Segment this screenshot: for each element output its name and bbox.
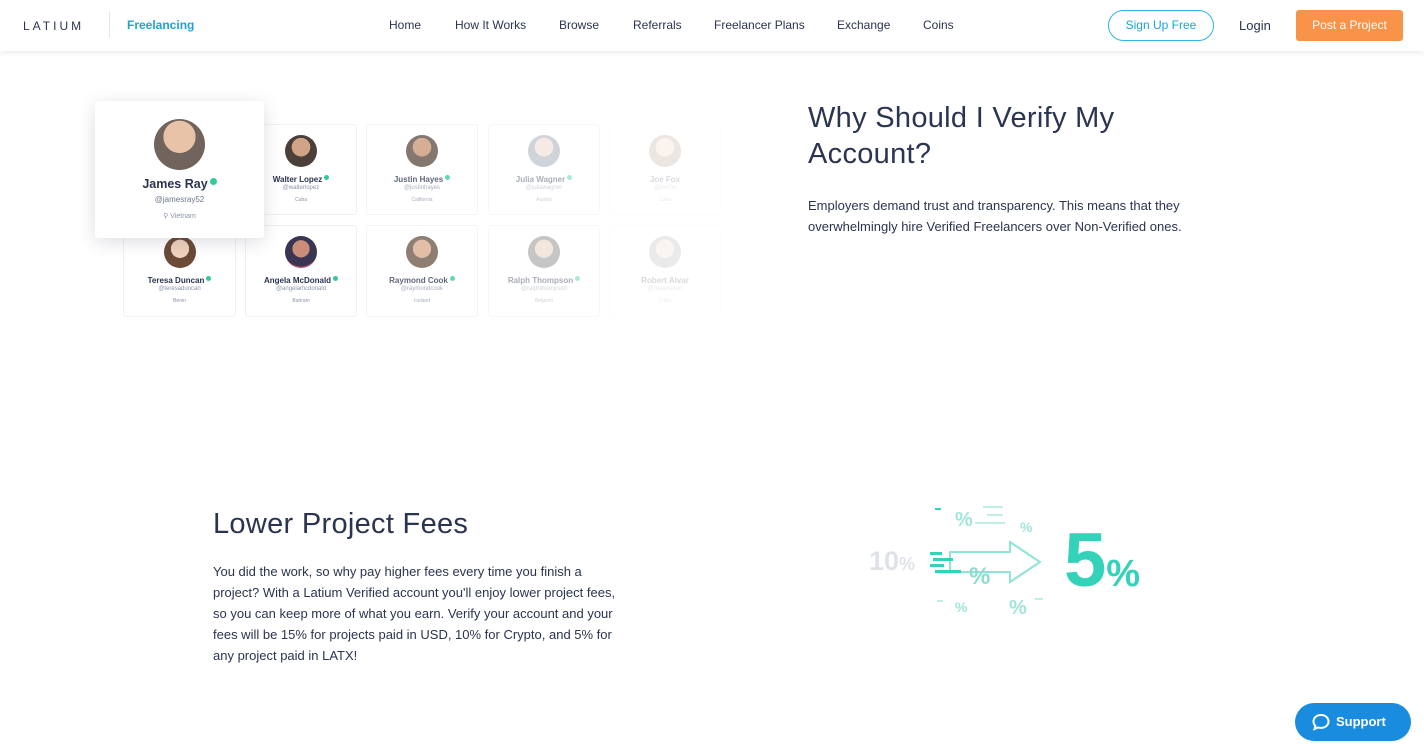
site-header: LATIUM Freelancing Home How It Works Bro… [0,0,1424,51]
profile-location: Belgium [534,298,554,304]
profile-handle: @joefox [653,185,677,191]
featured-name: James Ray [95,177,264,191]
profile-name: Teresa Duncan [124,276,235,285]
nav-freelancer-plans[interactable]: Freelancer Plans [714,18,805,32]
svg-text:%: % [969,563,990,590]
profile-card: Justin Hayes @justinhayes California [366,124,478,215]
avatar [406,236,438,268]
support-label: Support [1336,714,1386,729]
verified-icon [333,276,339,281]
profile-location: Cuba [659,298,671,304]
verified-icon [449,276,455,281]
verified-icon [445,175,451,180]
profile-name: Raymond Cook [367,276,477,285]
profile-card: Julia Wagner @juliawagner Austria [488,124,600,215]
profile-card: Ralph Thompson @ralphthompson Belgium [488,225,600,317]
avatar [528,135,560,167]
profile-handle: @ralphthompson [521,286,567,292]
nav-home[interactable]: Home [389,18,421,32]
profile-handle: @justinhayes [403,185,441,191]
post-project-button[interactable]: Post a Project [1296,10,1403,41]
fees-body: You did the work, so why pay higher fees… [213,564,616,663]
profile-card: Joe Fox @joefox Cuba [609,124,721,215]
support-button[interactable]: Support [1295,703,1411,741]
logo-divider [109,12,110,38]
old-fee-value: 10% [869,546,916,576]
login-link[interactable]: Login [1239,18,1271,33]
profile-card: Teresa Duncan @teresaduncan Benin [123,225,236,317]
product-name[interactable]: Freelancing [127,18,194,32]
svg-text:%: % [955,509,973,531]
chat-bubble-icon [1312,713,1330,731]
verified-icon [575,276,581,281]
new-fee-value: 5% [1064,518,1141,603]
profile-location: Austria [536,197,552,203]
avatar [406,135,438,167]
profile-handle: @teresaduncan [158,286,201,292]
svg-text:%: % [1009,597,1027,619]
profile-name: Robert Alvar [641,276,689,285]
profile-handle: @raymondcook [400,286,444,292]
avatar [649,135,681,167]
nav-exchange[interactable]: Exchange [837,18,890,32]
svg-text:%: % [1020,519,1033,535]
profile-location: Cuba [659,197,671,203]
verified-icon [209,178,217,185]
avatar [528,236,560,268]
nav-referrals[interactable]: Referrals [633,18,682,32]
profile-name: Justin Hayes [367,175,477,184]
featured-avatar [154,119,205,170]
nav-browse[interactable]: Browse [559,18,599,32]
featured-location: ⚲ Vietnam [163,213,196,220]
location-pin-icon: ⚲ [163,213,169,220]
verified-icon [206,276,212,281]
latium-logo[interactable]: LATIUM [23,19,84,33]
profile-card: Angela McDonald @angelamcdonald Bahrain [245,225,357,317]
profile-card: Robert Alvar @robertalvar Cuba [609,225,721,317]
nav-how-it-works[interactable]: How It Works [455,18,526,32]
profile-name: Joe Fox [649,175,681,184]
profile-handle: @robertalvar [647,286,683,292]
verify-heading: Why Should I Verify My Account? [808,102,1115,170]
profile-name: Julia Wagner [489,175,599,184]
avatar [285,236,317,268]
verify-body: Employers demand trust and transparency.… [808,198,1182,234]
profile-location: Benin [173,298,186,304]
profile-handle: @juliawagner [525,185,563,191]
avatar [163,236,196,268]
sign-up-button[interactable]: Sign Up Free [1108,10,1214,41]
fees-heading: Lower Project Fees [213,508,469,540]
nav-coins[interactable]: Coins [923,18,954,32]
profile-name: Angela McDonald [246,276,356,285]
profile-card: Raymond Cook @raymondcook Iceland [366,225,478,317]
profile-location: Bahrain [292,298,310,304]
profile-name: Ralph Thompson [489,276,599,285]
verified-icon [324,175,330,180]
arrow-percent-icon: % % % % % [930,506,1043,619]
verified-icon [567,175,573,180]
featured-profile-card: James Ray @jamesray52 ⚲ Vietnam [95,101,264,238]
profile-handle: @angelamcdonald [275,286,327,292]
profile-location: California [411,197,433,203]
svg-text:%: % [955,599,968,615]
avatar [649,236,681,268]
avatar [285,135,317,167]
profile-location: Iceland [413,298,431,304]
featured-handle: @jamesray52 [154,195,205,204]
